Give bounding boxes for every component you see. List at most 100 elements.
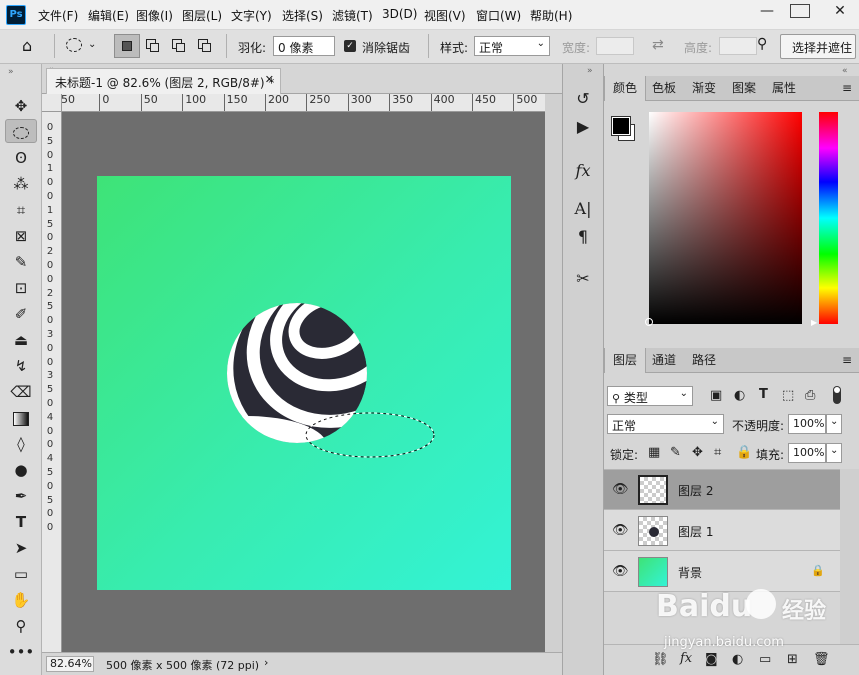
styles-fx-icon[interactable]: fx: [568, 158, 598, 184]
collapse-icon[interactable]: »: [8, 67, 14, 77]
chevron-down-icon[interactable]: ⌄: [88, 39, 96, 50]
collapse-icon[interactable]: »: [587, 66, 593, 76]
fill-dropdown[interactable]: ⌄: [826, 443, 842, 463]
subtract-selection-icon[interactable]: [172, 39, 185, 52]
panel-menu-icon[interactable]: ≡: [834, 348, 859, 373]
lock-position-icon[interactable]: ✥: [692, 445, 703, 460]
zoom-tool-icon[interactable]: ⚲: [5, 614, 37, 638]
lock-transparent-pixels-icon[interactable]: ▦: [648, 445, 660, 460]
type-layer-filter-icon[interactable]: T: [759, 387, 768, 402]
hue-slider[interactable]: ▶: [811, 112, 838, 327]
menu-view[interactable]: 视图(V): [424, 7, 466, 24]
collapse-icon[interactable]: «: [842, 66, 848, 76]
eyedropper-tool-icon[interactable]: ✎: [5, 250, 37, 274]
crop-tool-icon[interactable]: ⌗: [5, 198, 37, 222]
vertical-ruler[interactable]: 0 5 0 1 0 0 1 5 0 2 0 0 2 5 0 3 0 0 3 5 0 4 0 0 4 5 0 5 0 0: [42, 112, 62, 652]
canvas-area[interactable]: [62, 112, 545, 652]
horizontal-ruler[interactable]: 50 0 50 100 150 200 250 300 350 400 450 500: [62, 94, 545, 112]
home-icon[interactable]: ⌂: [22, 36, 32, 55]
blend-mode-select[interactable]: 正常 ⌄: [607, 414, 724, 434]
ellipse-marquee-tool-icon[interactable]: [5, 119, 37, 143]
lasso-tool-icon[interactable]: ʘ: [5, 146, 37, 170]
layer-row-layer1[interactable]: 👁 图层 1: [604, 511, 840, 551]
tab-paths[interactable]: 路径: [684, 348, 724, 373]
history-brush-tool-icon[interactable]: ↯: [5, 354, 37, 378]
magic-wand-tool-icon[interactable]: ⁂: [5, 172, 37, 196]
tab-properties[interactable]: 属性: [764, 76, 804, 101]
intersect-selection-icon[interactable]: [198, 39, 211, 52]
path-selection-tool-icon[interactable]: ➤: [5, 536, 37, 560]
document-info[interactable]: 500 像素 x 500 像素 (72 ppi): [106, 657, 259, 673]
tab-channels[interactable]: 通道: [644, 348, 684, 373]
hue-slider-handle[interactable]: ▶: [811, 318, 817, 327]
chevron-right-icon[interactable]: ›: [264, 656, 268, 669]
adjustment-layer-filter-icon[interactable]: ◐: [734, 388, 745, 403]
style-select[interactable]: 正常 ⌄: [474, 36, 550, 56]
paragraph-icon[interactable]: ¶: [568, 224, 598, 250]
gradient-tool-icon[interactable]: [5, 406, 37, 430]
menu-3d[interactable]: 3D(D): [382, 7, 417, 21]
layer-name[interactable]: 背景: [678, 564, 702, 581]
menu-edit[interactable]: 编辑(E): [88, 7, 129, 24]
color-field[interactable]: [645, 112, 802, 326]
eye-icon[interactable]: 👁: [612, 523, 629, 538]
menu-filter[interactable]: 滤镜(T): [332, 7, 373, 24]
character-icon[interactable]: A|: [568, 196, 598, 222]
healing-brush-tool-icon[interactable]: ⊡: [5, 276, 37, 300]
tab-gradients[interactable]: 渐变: [684, 76, 724, 101]
fill-input[interactable]: 100%: [788, 443, 826, 463]
minimize-button[interactable]: —: [752, 0, 782, 22]
eraser-tool-icon[interactable]: ⌫: [5, 380, 37, 404]
new-selection-button[interactable]: [114, 34, 140, 58]
eye-icon[interactable]: 👁: [612, 564, 629, 579]
maximize-button[interactable]: [790, 4, 810, 18]
history-icon[interactable]: ↺: [568, 86, 598, 112]
menu-type[interactable]: 文字(Y): [231, 7, 272, 24]
smart-object-filter-icon[interactable]: ⎙: [805, 388, 815, 403]
tool-presets-icon[interactable]: ✂: [568, 266, 598, 292]
tab-layers[interactable]: 图层: [604, 348, 647, 373]
stamp-tool-icon[interactable]: ⏏: [5, 328, 37, 352]
tab-color[interactable]: 颜色: [604, 76, 647, 101]
menu-layer[interactable]: 图层(L): [182, 7, 222, 24]
layer-name[interactable]: 图层 1: [678, 523, 713, 540]
menu-window[interactable]: 窗口(W): [476, 7, 521, 24]
layer-row-layer2[interactable]: 👁 图层 2: [604, 470, 840, 510]
add-selection-icon[interactable]: [146, 39, 159, 52]
more-tools-icon[interactable]: •••: [5, 640, 37, 664]
type-tool-icon[interactable]: T: [5, 510, 37, 534]
feather-input[interactable]: 0 像素: [273, 36, 335, 56]
ellipse-marquee-icon[interactable]: [66, 38, 82, 52]
pen-tool-icon[interactable]: ✒: [5, 484, 37, 508]
blur-tool-icon[interactable]: ◊: [5, 432, 37, 456]
opacity-input[interactable]: 100%: [788, 414, 826, 434]
lock-all-icon[interactable]: 🔒: [736, 445, 752, 460]
filter-toggle[interactable]: [833, 386, 841, 404]
menu-select[interactable]: 选择(S): [282, 7, 323, 24]
menu-file[interactable]: 文件(F): [38, 7, 78, 24]
foreground-color-swatch[interactable]: [611, 116, 631, 136]
zoom-level-field[interactable]: 82.64%: [46, 656, 94, 672]
document-tab[interactable]: 未标题-1 @ 82.6% (图层 2, RGB/8#) * ✕: [46, 68, 281, 94]
menu-image[interactable]: 图像(I): [136, 7, 173, 24]
search-icon[interactable]: ⚲: [757, 36, 767, 52]
eye-icon[interactable]: 👁: [612, 482, 629, 497]
hand-tool-icon[interactable]: ✋: [5, 588, 37, 612]
panel-menu-icon[interactable]: ≡: [834, 76, 859, 101]
opacity-dropdown[interactable]: ⌄: [826, 414, 842, 434]
shape-layer-filter-icon[interactable]: ⬚: [782, 388, 794, 403]
lock-image-pixels-icon[interactable]: ✎: [670, 445, 681, 460]
antialias-checkbox[interactable]: ✓: [344, 40, 356, 52]
layer-filter-select[interactable]: ⚲ 类型 ⌄: [607, 386, 693, 406]
canvas-artboard[interactable]: [97, 176, 511, 590]
vertical-scrollbar[interactable]: [545, 94, 562, 652]
tab-patterns[interactable]: 图案: [724, 76, 764, 101]
frame-tool-icon[interactable]: ⊠: [5, 224, 37, 248]
close-button[interactable]: ✕: [825, 0, 855, 22]
actions-play-icon[interactable]: ▶: [568, 114, 598, 140]
close-tab-icon[interactable]: ✕: [265, 73, 274, 86]
tab-swatches[interactable]: 色板: [644, 76, 684, 101]
brush-tool-icon[interactable]: ✐: [5, 302, 37, 326]
menu-help[interactable]: 帮助(H): [530, 7, 572, 24]
select-and-mask-button[interactable]: 选择并遮住: [780, 34, 856, 59]
